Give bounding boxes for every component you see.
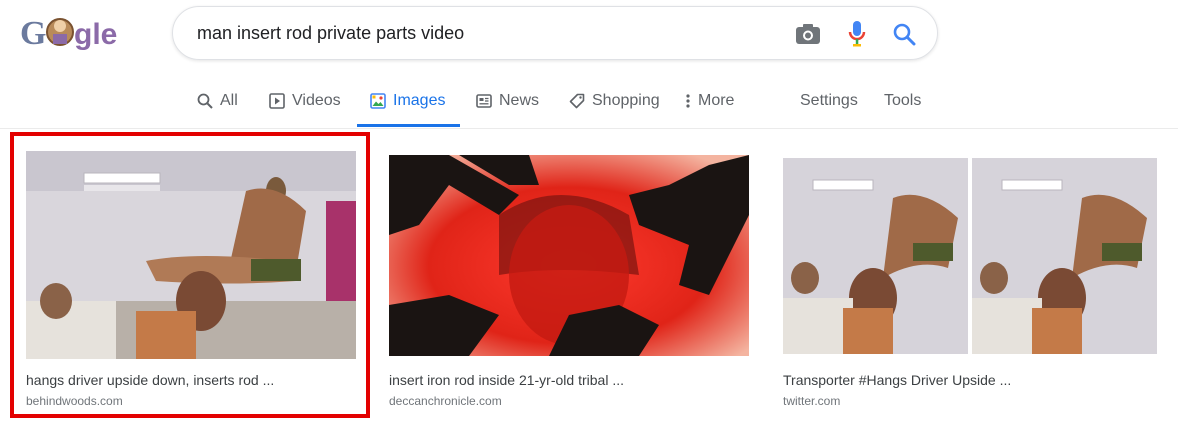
tab-label: Videos [292,92,341,109]
search-box [172,6,938,60]
tools-label: Tools [884,92,922,109]
search-icon [196,92,214,110]
settings-link[interactable]: Settings [800,84,858,128]
play-icon [268,92,286,110]
tools-link[interactable]: Tools [884,84,921,128]
tab-label: Images [393,92,446,109]
microphone-icon[interactable] [844,21,870,47]
result-domain[interactable]: twitter.com [783,394,840,408]
tab-videos[interactable]: Videos [268,84,341,128]
svg-text:G: G [20,15,46,52]
header-divider [0,128,1178,129]
tab-all[interactable]: All [196,84,238,128]
result-domain[interactable]: deccanchronicle.com [389,394,502,408]
camera-icon[interactable] [795,21,821,47]
search-icon[interactable] [891,21,917,47]
settings-label: Settings [800,92,858,109]
tag-icon [568,92,586,110]
newspaper-icon [475,92,493,110]
more-vert-icon [684,92,692,110]
tab-news[interactable]: News [475,84,539,128]
search-input[interactable] [197,7,757,59]
tab-label: All [220,92,238,109]
result-thumbnail[interactable] [389,155,749,356]
tab-more[interactable]: More [684,84,734,128]
tab-label: Shopping [592,92,660,109]
tab-images[interactable]: Images [369,84,445,128]
tab-label: News [499,92,540,109]
active-tab-indicator [357,124,460,127]
result-caption[interactable]: Transporter #Hangs Driver Upside ... [783,372,1011,388]
svg-text:gle: gle [74,18,117,51]
result-caption[interactable]: insert iron rod inside 21-yr-old tribal … [389,372,624,388]
highlight-box [10,132,370,418]
google-logo[interactable]: G gle [20,10,132,54]
result-thumbnail[interactable] [783,158,1157,354]
image-icon [369,92,387,110]
tab-label: More [698,92,735,109]
tab-shopping[interactable]: Shopping [568,84,660,128]
